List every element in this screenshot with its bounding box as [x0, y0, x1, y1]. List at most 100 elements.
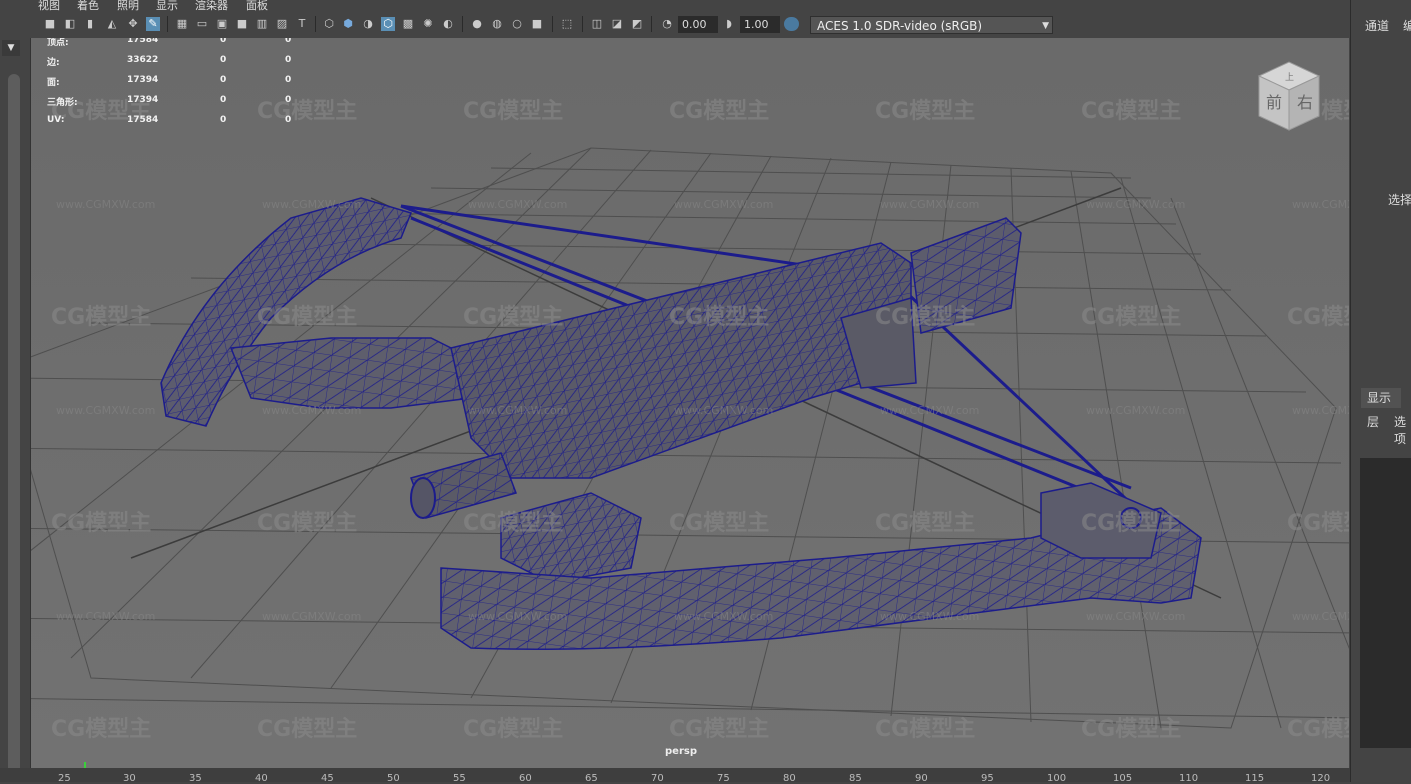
tab-display[interactable]: 显示	[1361, 388, 1401, 408]
hud-row: 面: 17394 0 0	[47, 75, 292, 88]
bookmark-icon[interactable]: ▮	[83, 17, 97, 31]
watermark-text: CG模型主	[257, 511, 357, 536]
smooth-shade-icon[interactable]: ⬢	[341, 17, 355, 31]
use-all-lights-icon[interactable]: ✺	[421, 17, 435, 31]
toolbar-separator	[651, 16, 652, 32]
watermark-text: CG模型主	[257, 717, 357, 742]
toolbar-separator	[315, 16, 316, 32]
edit-label[interactable]: 编	[1403, 17, 1411, 34]
watermark-text: CG模型主	[669, 99, 769, 124]
watermark-text: CG模型主	[875, 717, 975, 742]
watermark-url: www.CGMXW.com	[468, 198, 567, 211]
camera-icon[interactable]: ■	[43, 17, 57, 31]
wireframe-on-shaded-icon[interactable]: ⬡	[381, 17, 395, 31]
watermark-url: www.CGMXW.com	[880, 610, 979, 623]
colorspace-dropdown[interactable]: ACES 1.0 SDR-video (sRGB) ▼	[810, 16, 1053, 34]
layer-list[interactable]	[1360, 458, 1411, 748]
motion-blur-icon[interactable]: ◍	[490, 17, 504, 31]
toolbar-separator	[462, 16, 463, 32]
watermark-url: www.CGMXW.com	[1292, 610, 1349, 623]
watermark-url: www.CGMXW.com	[262, 404, 361, 417]
viewcube-top: 上	[1285, 72, 1294, 83]
depth-of-field-icon[interactable]: ■	[530, 17, 544, 31]
isolate-select-icon[interactable]: ⬚	[560, 17, 574, 31]
xray-joints-icon[interactable]: ◪	[610, 17, 624, 31]
shadows-icon[interactable]: ◐	[441, 17, 455, 31]
film-gate-icon[interactable]: ▭	[195, 17, 209, 31]
gamma-field[interactable]: 1.00	[740, 16, 780, 33]
watermark-url: www.CGMXW.com	[56, 610, 155, 623]
toolbar-separator	[552, 16, 553, 32]
watermark-text: CG模型主	[463, 99, 563, 124]
safe-title-icon[interactable]: T	[295, 17, 309, 31]
viewport-toolbar: ■ ◧ ▮ ◭ ✥ ✎ ▦ ▭ ▣ ■ ▥ ▨ T ⬡ ⬢ ◑ ⬡ ▩ ✺ ◐ …	[30, 12, 1350, 38]
3d-viewport[interactable]: CG模型主 CG模型主 CG模型主 CG模型主 CG模型主 CG模型主 CG模型…	[31, 38, 1349, 768]
watermark-url: www.CGMXW.com	[880, 404, 979, 417]
hud-row: 边: 33622 0 0	[47, 55, 292, 68]
chevron-down-icon[interactable]: ▼	[2, 40, 20, 56]
select-label: 选择	[1388, 193, 1411, 207]
layers-menu[interactable]: 层	[1367, 413, 1379, 430]
image-plane-icon[interactable]: ◭	[105, 17, 119, 31]
watermark-url: www.CGMXW.com	[468, 610, 567, 623]
xray-components-icon[interactable]: ◩	[630, 17, 644, 31]
watermark-url: www.CGMXW.com	[56, 198, 155, 211]
gamma-icon[interactable]: ◗	[722, 17, 736, 31]
watermark-text: CG模型主	[1081, 717, 1181, 742]
axis-gizmo	[84, 762, 86, 768]
watermark-text: CG模型主	[875, 511, 975, 536]
right-panel: 通道 编 选择 显示 层 选项	[1350, 0, 1411, 782]
watermark-url: www.CGMXW.com	[674, 610, 773, 623]
camera-name-label: persp	[665, 746, 697, 757]
watermark-url: www.CGMXW.com	[468, 404, 567, 417]
resolution-gate-icon[interactable]: ▣	[215, 17, 229, 31]
watermark-text: CG模型主	[1287, 717, 1349, 742]
watermark-text: CG模型主	[669, 717, 769, 742]
camera-attributes-icon[interactable]: ◧	[63, 17, 77, 31]
anti-aliasing-icon[interactable]: ○	[510, 17, 524, 31]
watermark-text: CG模型主	[1081, 305, 1181, 330]
safe-action-icon[interactable]: ▨	[275, 17, 289, 31]
watermark-text: CG模型主	[669, 305, 769, 330]
watermark-text: CG模型主	[669, 511, 769, 536]
watermark-url: www.CGMXW.com	[674, 198, 773, 211]
watermark-text: CG模型主	[875, 305, 975, 330]
wireframe-mode-icon[interactable]: ⬡	[322, 17, 336, 31]
exposure-field[interactable]: 0.00	[678, 16, 718, 33]
exposure-icon[interactable]: ◔	[660, 17, 674, 31]
watermark-url: www.CGMXW.com	[1292, 198, 1349, 211]
field-chart-icon[interactable]: ▥	[255, 17, 269, 31]
xray-icon[interactable]: ◫	[590, 17, 604, 31]
left-toolbar: ▼	[0, 38, 31, 782]
watermark-text: CG模型主	[51, 717, 151, 742]
watermark-text: CG模型主	[875, 99, 975, 124]
2d-pan-zoom-icon[interactable]: ✥	[126, 17, 140, 31]
watermark-text: CG模型主	[1287, 305, 1349, 330]
viewcube-front: 前	[1266, 93, 1282, 112]
watermark-url: www.CGMXW.com	[880, 198, 979, 211]
left-scrollbar[interactable]	[8, 74, 20, 774]
textured-icon[interactable]: ▩	[401, 17, 415, 31]
toolbar-separator	[167, 16, 168, 32]
watermark-url: www.CGMXW.com	[1086, 198, 1185, 211]
channel-box-label[interactable]: 通道	[1365, 17, 1389, 34]
watermark-text: CG模型主	[257, 305, 357, 330]
toolbar-separator	[582, 16, 583, 32]
options-menu[interactable]: 选项	[1394, 413, 1411, 447]
gate-mask-icon[interactable]: ■	[235, 17, 249, 31]
default-material-icon[interactable]: ◑	[361, 17, 375, 31]
time-ruler[interactable]: 25 30 35 40 45 50 55 60 65 70 75 80 85 9…	[0, 768, 1350, 784]
hud-row: UV: 17584 0 0	[47, 115, 292, 125]
screen-space-ao-icon[interactable]: ●	[470, 17, 484, 31]
watermark-url: www.CGMXW.com	[674, 404, 773, 417]
poly-count-hud: 顶点: 17584 0 0 边: 33622 0 0 面: 17394 0 0 …	[47, 38, 307, 135]
watermark-text: CG模型主	[1081, 99, 1181, 124]
view-cube: 上 前 右	[1257, 61, 1321, 131]
watermark-text: CG模型主	[463, 717, 563, 742]
watermark-text: CG模型主	[51, 511, 151, 536]
watermark-text: CG模型主	[51, 305, 151, 330]
grid-icon[interactable]: ▦	[175, 17, 189, 31]
viewport-menubar: 视图 着色 照明 显示 渲染器 面板	[0, 0, 1350, 12]
grease-pencil-icon[interactable]: ✎	[146, 17, 160, 31]
color-management-icon[interactable]	[784, 17, 799, 31]
